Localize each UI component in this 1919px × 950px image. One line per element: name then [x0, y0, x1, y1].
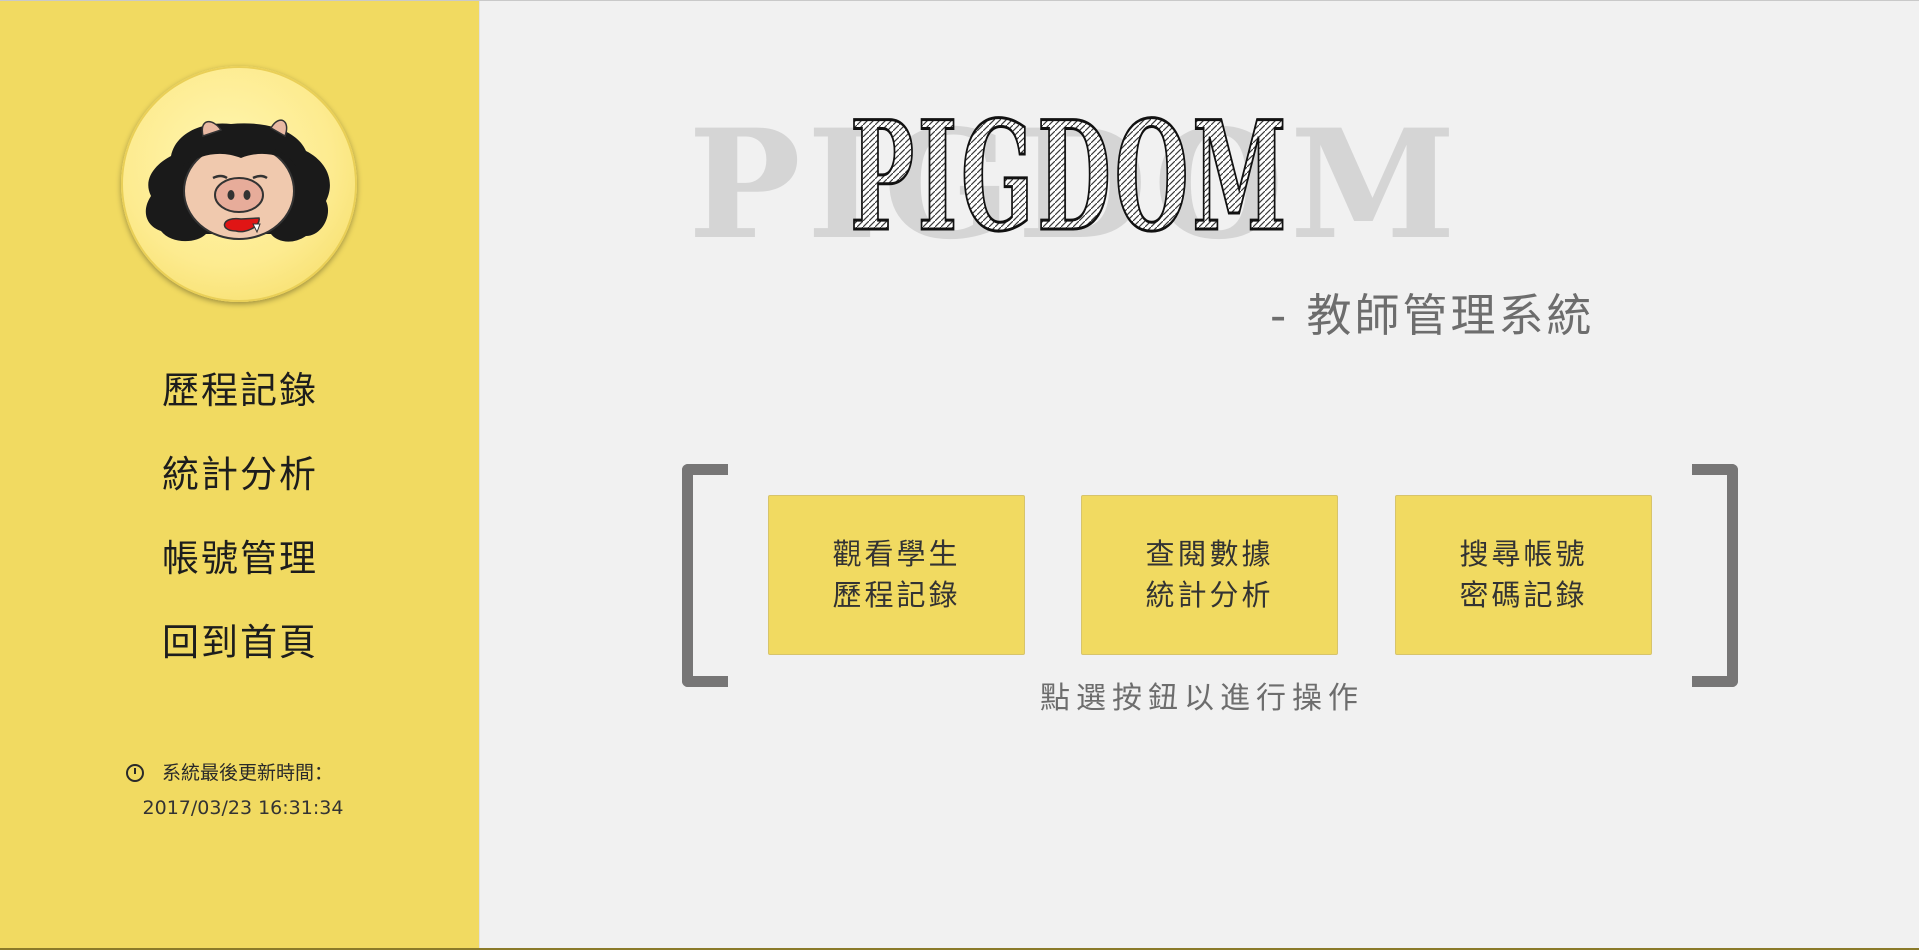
last-update-label: 系統最後更新時間：: [162, 762, 334, 784]
button-label-line2: 統計分析: [1145, 578, 1274, 612]
pigdom-logo: PIGDOM PIGDOM: [688, 88, 1456, 274]
view-statistics-button[interactable]: 查閱數據 統計分析: [1081, 495, 1338, 655]
right-bracket-decoration: [1692, 464, 1738, 687]
instruction-hint: 點選按鈕以進行操作: [1040, 681, 1364, 716]
view-student-history-button[interactable]: 觀看學生 歷程記錄: [768, 495, 1025, 655]
sidebar: 歷程記錄 統計分析 帳號管理 回到首頁 系統最後更新時間： 2017/03/23…: [0, 1, 480, 950]
pig-mascot-avatar: [121, 66, 357, 302]
left-bracket-decoration: [682, 464, 728, 687]
button-label-line2: 歷程記錄: [832, 578, 961, 612]
pig-avatar-image: [145, 119, 330, 242]
last-update-label-row: 系統最後更新時間：: [126, 757, 333, 789]
button-label-line2: 密碼記錄: [1459, 578, 1588, 612]
sidebar-item-home[interactable]: 回到首頁: [0, 601, 480, 685]
logo-text: PIGDOM: [850, 89, 1290, 265]
sidebar-item-accounts[interactable]: 帳號管理: [0, 517, 480, 601]
pigdom-logo-graphic: PIGDOM PIGDOM: [688, 88, 1456, 274]
sidebar-item-history[interactable]: 歷程記錄: [0, 349, 480, 433]
sidebar-nav: 歷程記錄 統計分析 帳號管理 回到首頁: [0, 349, 480, 685]
sidebar-item-statistics[interactable]: 統計分析: [0, 433, 480, 517]
page-subtitle: - 教師管理系統: [1270, 289, 1595, 342]
page: 歷程記錄 統計分析 帳號管理 回到首頁 系統最後更新時間： 2017/03/23…: [0, 0, 1919, 950]
search-account-button[interactable]: 搜尋帳號 密碼記錄: [1395, 495, 1652, 655]
clock-icon: [126, 764, 144, 782]
button-label-line1: 查閱數據: [1145, 537, 1274, 571]
last-update-time: 2017/03/23 16:31:34: [142, 797, 344, 819]
button-label-line1: 搜尋帳號: [1459, 537, 1588, 571]
button-label-line1: 觀看學生: [832, 537, 961, 571]
